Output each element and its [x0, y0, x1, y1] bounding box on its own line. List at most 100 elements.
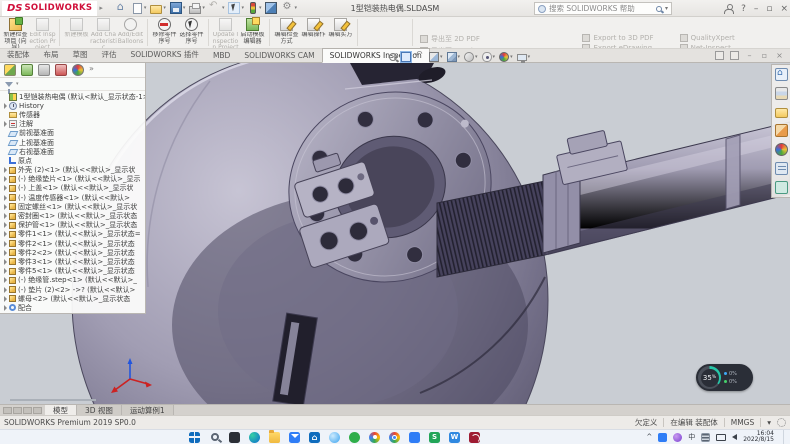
tree-item-14[interactable]: 保护管<1> (默认<<默认>_显示状态 — [0, 221, 145, 230]
taskbar-start-icon[interactable] — [188, 431, 201, 444]
minimize-button[interactable]: – — [754, 4, 759, 14]
doc-pane-2-button[interactable] — [730, 51, 739, 60]
filter-dropdown-icon[interactable]: ▾ — [16, 81, 19, 87]
headsup-edit-appearance[interactable]: ▾ — [498, 52, 514, 62]
headsup-view-orientation[interactable]: ▾ — [446, 52, 462, 62]
more-tab-icon[interactable]: » — [89, 64, 94, 76]
ribbon-button-remove-balloons[interactable]: 移除零件序号 — [151, 17, 178, 48]
qat-new-document-button[interactable]: ▾ — [132, 3, 147, 14]
headsup-zoom-to-area[interactable] — [400, 52, 412, 62]
expand-arrow-icon[interactable] — [2, 259, 9, 265]
tree-item-11[interactable]: (-) 温度传感器<1> (默认<<默认> — [0, 193, 145, 202]
taskpane-tab-solidworks-forum[interactable] — [775, 181, 788, 194]
qat-save-button[interactable]: ▾ — [170, 2, 186, 14]
expand-arrow-icon[interactable] — [2, 167, 9, 173]
taskbar-solidworks-icon[interactable] — [468, 431, 481, 444]
rebuild-dropdown-icon[interactable]: ▾ — [259, 5, 262, 11]
expand-arrow-icon[interactable] — [2, 213, 9, 219]
doc-pane-1-button[interactable] — [715, 51, 724, 60]
close-button[interactable]: × — [780, 4, 788, 14]
taskpane-tab-view-palette[interactable] — [775, 124, 788, 137]
tray-tray-app-purple-icon[interactable] — [673, 433, 682, 442]
expand-arrow-icon[interactable] — [2, 222, 9, 228]
tree-item-16[interactable]: 零件2<1> (默认<<默认>_显示状态 — [0, 239, 145, 248]
qat-select-button[interactable]: ▾ — [228, 2, 244, 14]
select-dropdown-icon[interactable]: ▾ — [241, 5, 244, 11]
qat-options-button[interactable]: ▾ — [281, 2, 297, 14]
tray-ime-chinese-icon[interactable]: 中 — [688, 432, 695, 442]
restore-button[interactable]: ▫ — [766, 4, 772, 14]
status-options-icon[interactable] — [777, 418, 786, 427]
dimxpertmanager-tab-icon[interactable] — [55, 64, 67, 76]
expand-arrow-icon[interactable] — [2, 121, 9, 127]
ribbon-button-new-inspection-project[interactable]: 新建检查项目 (向导) — [2, 17, 29, 48]
taskbar-search-icon[interactable] — [208, 431, 221, 444]
tree-item-19[interactable]: 零件5<1> (默认<<默认>_显示状态 — [0, 267, 145, 276]
expand-arrow-icon[interactable] — [2, 103, 9, 109]
tree-item-15[interactable]: 零件1<1> (默认<<默认>_显示状态= — [0, 230, 145, 239]
qat-rebuild-button[interactable]: ▾ — [248, 2, 262, 14]
expand-arrow-icon[interactable] — [2, 204, 9, 210]
options-dropdown-icon[interactable]: ▾ — [294, 5, 297, 11]
headsup-display-style[interactable]: ▾ — [463, 52, 479, 62]
tree-item-17[interactable]: 零件2<2> (默认<<默认>_显示状态 — [0, 248, 145, 257]
expand-arrow-icon[interactable] — [2, 185, 9, 191]
splitter-box[interactable] — [3, 407, 12, 414]
expand-arrow-icon[interactable] — [2, 296, 9, 302]
expand-arrow-icon[interactable] — [2, 305, 9, 311]
tray-tray-volume-icon[interactable] — [732, 434, 737, 440]
headsup-previous-view[interactable] — [414, 52, 426, 62]
tray-tray-chevron-icon[interactable]: ^ — [646, 433, 652, 441]
tree-item-root[interactable]: 1型铠装热电偶 (默认<默认_显示状态-1> — [0, 92, 145, 101]
tree-item-3[interactable]: 注解 — [0, 120, 145, 129]
hide-show-items-dropdown-icon[interactable]: ▾ — [493, 54, 496, 60]
ribbon-tab-评估[interactable]: 评估 — [95, 47, 124, 62]
ribbon-tab-草图[interactable]: 草图 — [66, 47, 95, 62]
display-style-dropdown-icon[interactable]: ▾ — [475, 54, 478, 60]
doc-minimize-button[interactable]: – — [745, 51, 754, 60]
doc-tab-2[interactable]: 3D 视图 — [77, 405, 122, 415]
unit-system-dropdown-icon[interactable]: ▾ — [767, 418, 771, 427]
tree-item-1[interactable]: History — [0, 101, 145, 110]
graphics-area[interactable]: » ▾ 1型铠装热电偶 (默认<默认_显示状态-1>History传感器注解前视… — [0, 63, 790, 404]
taskbar-app-cloud-icon[interactable] — [328, 431, 341, 444]
taskbar-clock[interactable]: 16:04 2022/8/15 — [743, 431, 777, 444]
tree-item-9[interactable]: (-) 绝缘垫片<1> (默认<<默认>_显示 — [0, 175, 145, 184]
doc-tab-3[interactable]: 运动算例1 — [122, 405, 174, 415]
featuremanager-tab-icon[interactable] — [4, 64, 16, 76]
save-dropdown-icon[interactable]: ▾ — [183, 5, 186, 11]
ribbon-tab-solidworks-cam[interactable]: SOLIDWORKS CAM — [237, 49, 321, 62]
headsup-apply-scene[interactable]: ▾ — [516, 53, 532, 61]
help-search-box[interactable]: 搜索 SOLIDWORKS 帮助 ▾ — [534, 2, 672, 15]
section-view-dropdown-icon[interactable]: ▾ — [440, 54, 443, 60]
taskpane-tab-custom-properties[interactable] — [775, 162, 788, 175]
ribbon-tab-布局[interactable]: 布局 — [37, 47, 66, 62]
qat-home-button[interactable] — [116, 2, 128, 14]
tree-item-18[interactable]: 零件3<1> (默认<<默认>_显示状态 — [0, 257, 145, 266]
ribbon-button-edit-operations[interactable]: 编辑操作 — [300, 17, 327, 48]
taskpane-tab-file-explorer[interactable] — [775, 108, 788, 118]
taskbar-file-explorer-icon[interactable] — [268, 431, 281, 444]
headsup-hide-show-items[interactable]: ▾ — [481, 52, 497, 62]
displaymanager-tab-icon[interactable] — [72, 64, 84, 76]
expand-arrow-icon[interactable] — [2, 241, 9, 247]
ribbon-tab-装配体[interactable]: 装配体 — [0, 47, 37, 62]
taskpane-tab-design-library[interactable] — [775, 87, 788, 100]
taskbar-chrome-icon[interactable] — [388, 431, 401, 444]
expand-arrow-icon[interactable] — [2, 268, 9, 274]
tree-item-5[interactable]: 上视基准面 — [0, 138, 145, 147]
expand-arrow-icon[interactable] — [2, 277, 9, 283]
tree-item-12[interactable]: 固定螺丝<1> (默认<<默认>_显示状 — [0, 202, 145, 211]
tray-tray-grid-icon[interactable] — [701, 433, 710, 442]
ribbon-button-select-balloons[interactable]: 选择零件序号 — [178, 17, 205, 48]
doc-tab-1[interactable]: 模型 — [45, 405, 77, 415]
doc-close-button[interactable]: × — [775, 51, 784, 60]
taskbar-edge-icon[interactable] — [248, 431, 261, 444]
taskpane-tab-solidworks-resources[interactable] — [775, 68, 788, 81]
expand-arrow-icon[interactable] — [2, 231, 9, 237]
feature-tree-filter[interactable]: ▾ — [0, 78, 145, 91]
pane-splitter-buttons[interactable] — [0, 405, 45, 415]
taskbar-store-icon[interactable] — [308, 431, 321, 444]
ribbon-tab-solidworks-插件[interactable]: SOLIDWORKS 插件 — [124, 47, 206, 62]
menu-flyout-arrow-icon[interactable]: ▸ — [99, 4, 103, 12]
